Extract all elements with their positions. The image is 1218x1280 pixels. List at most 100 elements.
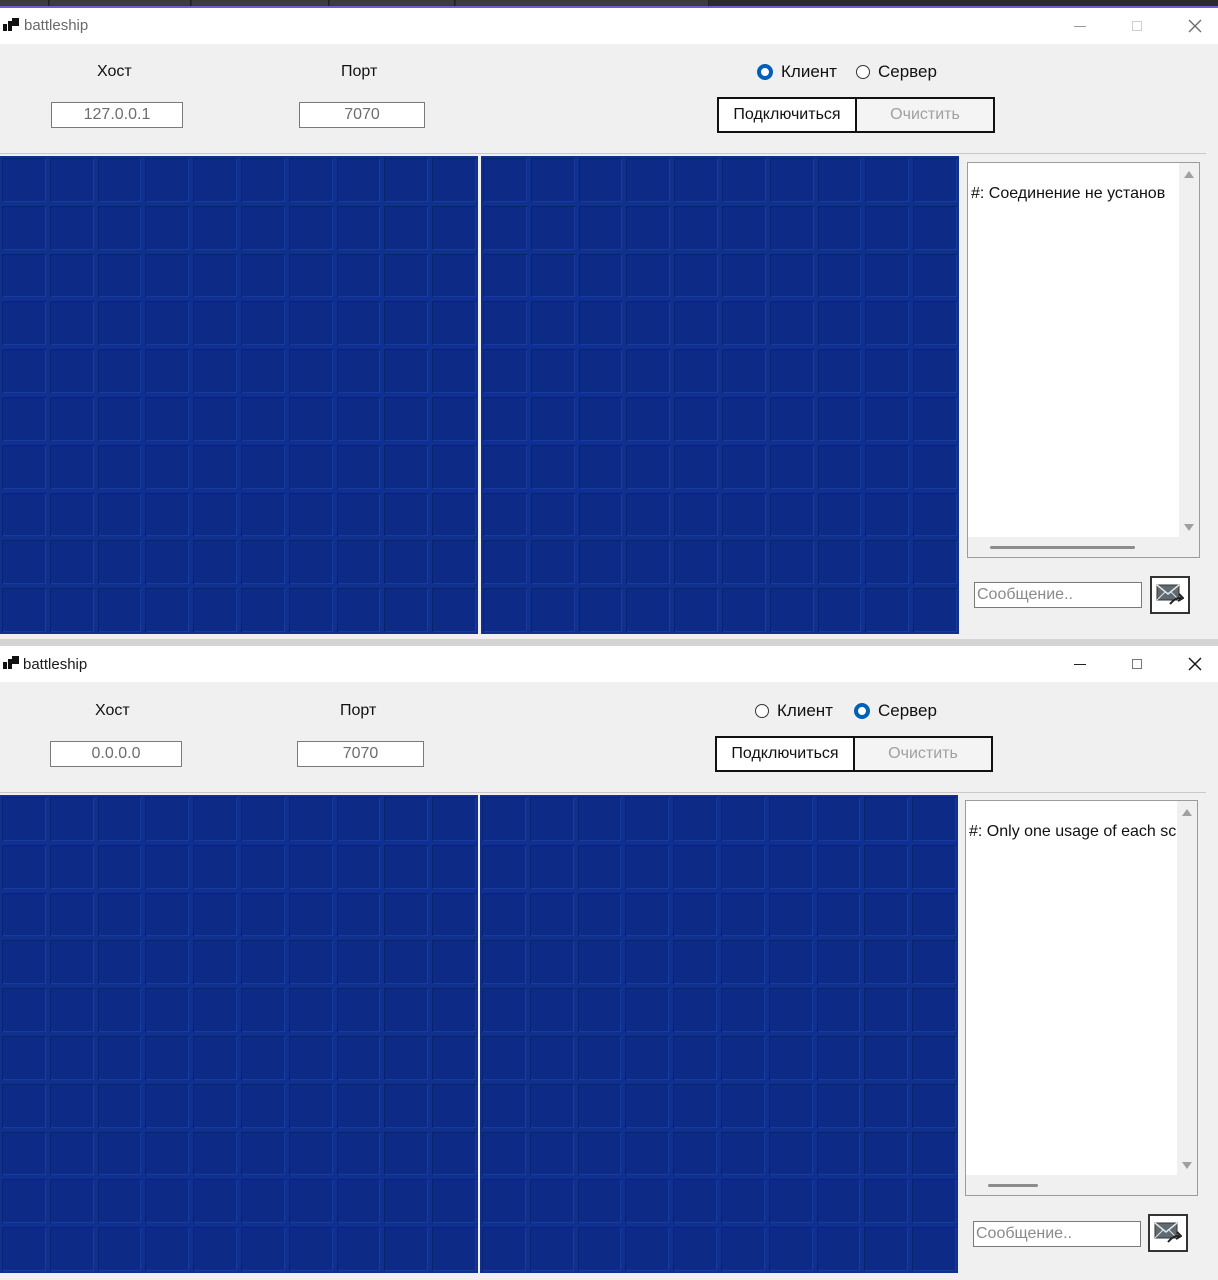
board-cell[interactable] — [191, 1081, 239, 1130]
board-cell[interactable] — [911, 156, 959, 204]
board-cell[interactable] — [382, 842, 431, 891]
board-cell[interactable] — [624, 586, 673, 634]
board-cell[interactable] — [430, 347, 478, 395]
board-cell[interactable] — [286, 1129, 335, 1178]
host-input[interactable]: 0.0.0.0 — [50, 741, 182, 767]
board-cell[interactable] — [191, 1177, 239, 1226]
board-cell[interactable] — [334, 442, 383, 491]
board-cell[interactable] — [911, 538, 959, 587]
board-cell[interactable] — [143, 986, 192, 1034]
board-cell[interactable] — [767, 394, 816, 443]
board-cell[interactable] — [718, 1033, 767, 1082]
board-cell[interactable] — [382, 1081, 431, 1130]
board-cell[interactable] — [480, 986, 528, 1034]
board-cell[interactable] — [238, 251, 287, 300]
board-cell[interactable] — [575, 1129, 624, 1178]
board-cell[interactable] — [767, 251, 816, 300]
board-cell[interactable] — [527, 1177, 576, 1226]
board-cell[interactable] — [862, 1129, 911, 1178]
board-cell[interactable] — [0, 986, 48, 1034]
board-cell[interactable] — [334, 795, 383, 843]
board-cell[interactable] — [623, 1129, 672, 1178]
board-cell[interactable] — [814, 986, 863, 1034]
board-cell[interactable] — [95, 586, 144, 634]
board-cell[interactable] — [718, 795, 767, 843]
board-cell[interactable] — [527, 1225, 576, 1273]
board-cell[interactable] — [815, 538, 864, 587]
board-cell[interactable] — [815, 394, 864, 443]
vertical-scrollbar[interactable] — [1179, 163, 1199, 539]
board-cell[interactable] — [863, 203, 912, 252]
board-cell[interactable] — [624, 442, 673, 491]
board-cell[interactable] — [0, 938, 48, 987]
board-cell[interactable] — [481, 490, 529, 539]
board-cell[interactable] — [719, 490, 768, 539]
board-cell[interactable] — [814, 1225, 863, 1273]
board-cell[interactable] — [766, 1033, 815, 1082]
board-cell[interactable] — [575, 1033, 624, 1082]
board-cell[interactable] — [719, 299, 768, 348]
board-cell[interactable] — [430, 890, 478, 939]
board-cell[interactable] — [0, 842, 48, 891]
board-cell[interactable] — [527, 795, 576, 843]
board-cell[interactable] — [143, 1177, 192, 1226]
board-cell[interactable] — [767, 203, 816, 252]
board-cell[interactable] — [286, 538, 335, 587]
board-cell[interactable] — [334, 986, 383, 1034]
board-cell[interactable] — [143, 938, 192, 987]
board-cell[interactable] — [47, 490, 96, 539]
board-cell[interactable] — [95, 203, 144, 252]
board-cell[interactable] — [815, 490, 864, 539]
board-cell[interactable] — [910, 986, 958, 1034]
board-cell[interactable] — [191, 394, 239, 443]
board-cell[interactable] — [334, 203, 383, 252]
radio-server[interactable]: Сервер — [856, 62, 937, 82]
board-cell[interactable] — [143, 842, 192, 891]
board-cell[interactable] — [718, 986, 767, 1034]
board-cell[interactable] — [575, 795, 624, 843]
board-cell[interactable] — [766, 890, 815, 939]
board-cell[interactable] — [481, 251, 529, 300]
board-cell[interactable] — [0, 1129, 48, 1178]
board-cell[interactable] — [334, 1177, 383, 1226]
horizontal-scrollbar[interactable] — [966, 1175, 1179, 1195]
board-cell[interactable] — [910, 1033, 958, 1082]
board-cell[interactable] — [47, 299, 96, 348]
board-cell[interactable] — [286, 842, 335, 891]
board-cell[interactable] — [528, 538, 577, 587]
board-cell[interactable] — [480, 890, 528, 939]
board-cell[interactable] — [481, 203, 529, 252]
board-cell[interactable] — [862, 1225, 911, 1273]
board-cell[interactable] — [576, 586, 625, 634]
board-cell[interactable] — [430, 442, 478, 491]
board-cell[interactable] — [95, 394, 144, 443]
board-cell[interactable] — [382, 1033, 431, 1082]
board-cell[interactable] — [286, 394, 335, 443]
board-cell[interactable] — [430, 251, 478, 300]
board-cell[interactable] — [718, 890, 767, 939]
board-cell[interactable] — [719, 538, 768, 587]
board-cell[interactable] — [575, 890, 624, 939]
board-cell[interactable] — [528, 156, 577, 204]
board-cell[interactable] — [191, 251, 239, 300]
board-cell[interactable] — [863, 347, 912, 395]
board-cell[interactable] — [528, 586, 577, 634]
board-cell[interactable] — [430, 795, 478, 843]
board-cell[interactable] — [191, 347, 239, 395]
board-cell[interactable] — [576, 538, 625, 587]
board-cell[interactable] — [430, 1129, 478, 1178]
maximize-button[interactable] — [1114, 12, 1160, 40]
clear-button[interactable]: Очистить — [854, 736, 993, 772]
board-cell[interactable] — [766, 842, 815, 891]
board-cell[interactable] — [863, 442, 912, 491]
board-cell[interactable] — [95, 1177, 144, 1226]
board-cell[interactable] — [671, 986, 719, 1034]
board-cell[interactable] — [95, 842, 144, 891]
board-cell[interactable] — [481, 299, 529, 348]
enemy-board[interactable] — [480, 795, 958, 1273]
board-cell[interactable] — [334, 347, 383, 395]
board-cell[interactable] — [672, 586, 720, 634]
board-cell[interactable] — [382, 1129, 431, 1178]
scroll-up-icon[interactable] — [1184, 171, 1194, 178]
minimize-button[interactable] — [1057, 12, 1103, 40]
